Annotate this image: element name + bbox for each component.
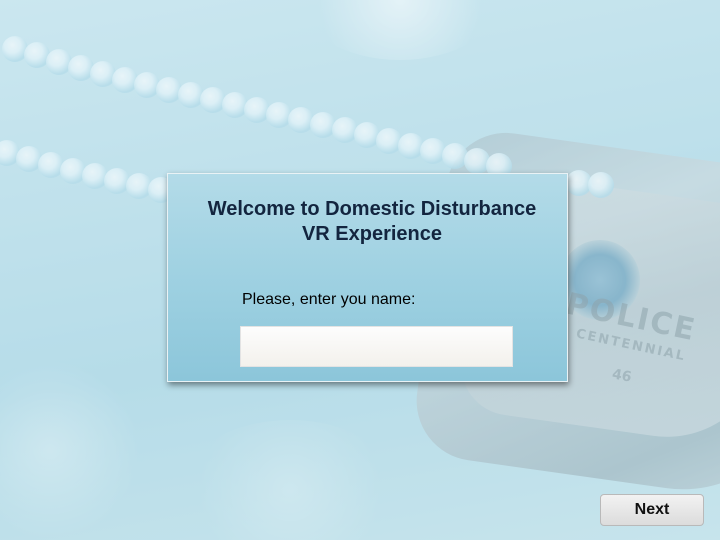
name-label: Please, enter you name: bbox=[242, 291, 416, 308]
name-input[interactable] bbox=[240, 326, 513, 367]
next-button[interactable]: Next bbox=[600, 494, 704, 526]
dialog-title-line1: Welcome to Domestic Disturbance bbox=[207, 198, 537, 220]
welcome-dialog: Welcome to Domestic Disturbance VR Experi… bbox=[167, 173, 568, 382]
app-stage: POLICE CENTENNIAL 46 Welcome to Domestic… bbox=[0, 0, 720, 540]
dialog-title: Welcome to Domestic Disturbance VR Experi… bbox=[168, 197, 576, 247]
dialog-title-line2: VR Experience bbox=[301, 223, 443, 245]
